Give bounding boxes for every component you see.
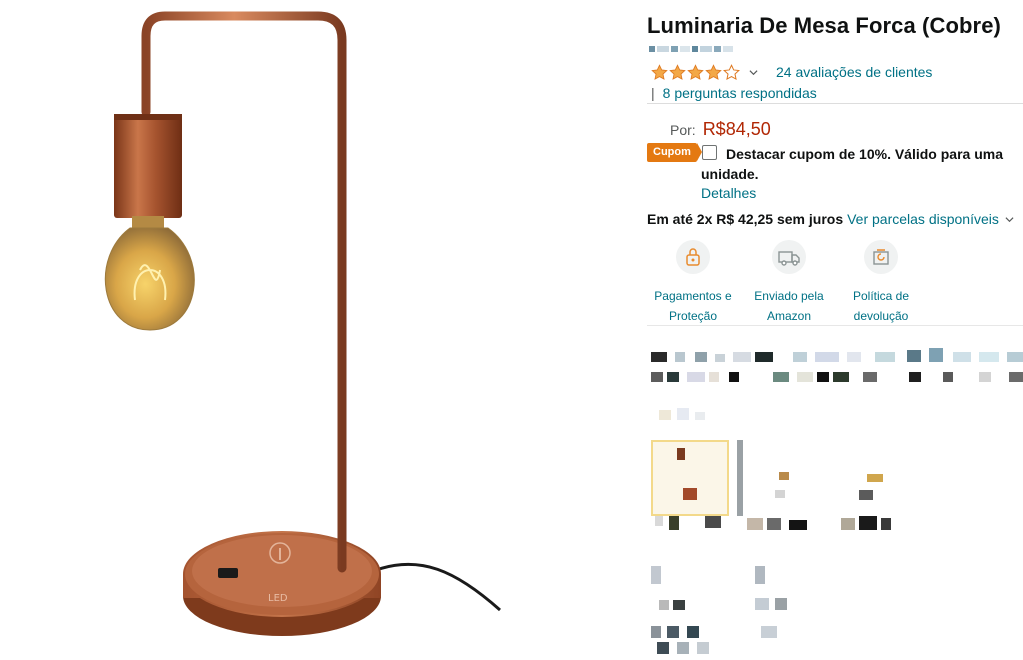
- star-full-icon: [687, 63, 704, 80]
- truck-icon: [772, 240, 806, 274]
- answered-questions-link[interactable]: 8 perguntas respondidas: [663, 85, 817, 101]
- led-logo-text: LED: [268, 593, 288, 604]
- feature-shipping[interactable]: Enviado pela Amazon: [741, 240, 837, 326]
- questions-row: | 8 perguntas respondidas: [651, 85, 817, 101]
- star-full-icon: [669, 63, 686, 80]
- product-info-panel: Luminaria De Mesa Forca (Cobre) 24 avali…: [647, 0, 1023, 660]
- chevron-down-icon[interactable]: [749, 68, 758, 77]
- separator: |: [651, 85, 655, 101]
- product-image[interactable]: LED: [0, 0, 640, 660]
- chevron-down-icon[interactable]: [1005, 215, 1014, 224]
- star-full-icon: [651, 63, 668, 80]
- feature-returns[interactable]: Política de devolução: [833, 240, 929, 326]
- coupon-badge: Cupom: [647, 143, 702, 162]
- table-lamp-image: LED: [104, 11, 501, 636]
- divider: [647, 103, 1023, 104]
- feature-label: Pagamentos e Proteção: [654, 289, 732, 323]
- star-full-icon: [705, 63, 722, 80]
- reviews-link[interactable]: 24 avaliações de clientes: [776, 64, 932, 80]
- brand-link-blurred[interactable]: [649, 46, 733, 56]
- star-empty-icon: [723, 63, 740, 80]
- price-row: Por: R$84,50: [670, 119, 771, 140]
- installments-row: Em até 2x R$ 42,25 sem juros Ver parcela…: [647, 211, 1014, 227]
- divider: [647, 325, 1023, 326]
- price-label: Por:: [670, 122, 696, 138]
- lock-payment-icon: [676, 240, 710, 274]
- installments-link[interactable]: Ver parcelas disponíveis: [847, 211, 999, 227]
- coupon-details-link[interactable]: Detalhes: [701, 185, 756, 201]
- redacted-content-area: [647, 340, 1023, 660]
- feature-payments[interactable]: Pagamentos e Proteção: [645, 240, 741, 326]
- feature-label: Enviado pela Amazon: [754, 289, 824, 323]
- coupon-text[interactable]: Destacar cupom de 10%. Válido para uma u…: [701, 144, 1021, 184]
- trust-features: Pagamentos e Proteção Enviado pela Amazo…: [647, 240, 947, 325]
- installments-text: Em até 2x R$ 42,25 sem juros: [647, 211, 844, 227]
- price-value: R$84,50: [702, 119, 771, 139]
- product-title: Luminaria De Mesa Forca (Cobre): [647, 13, 1001, 38]
- return-icon: [864, 240, 898, 274]
- feature-label: Política de devolução: [852, 289, 910, 323]
- rating-row: 24 avaliações de clientes: [651, 62, 932, 82]
- coupon-checkbox[interactable]: [702, 145, 717, 160]
